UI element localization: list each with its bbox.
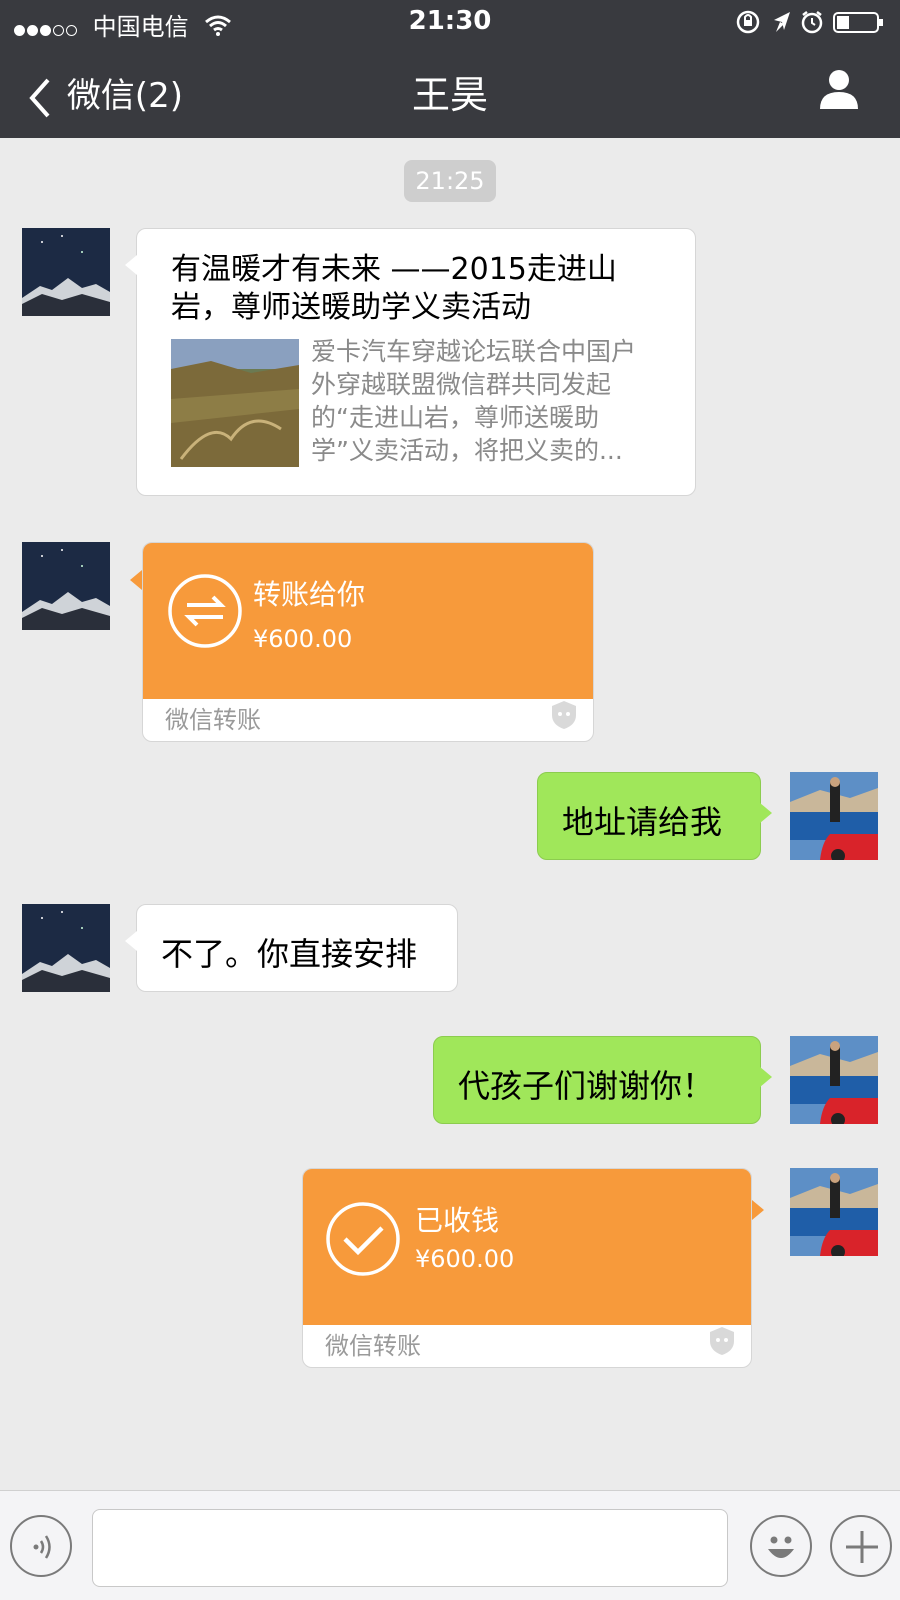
emoji-icon <box>758 1523 804 1573</box>
link-card-title: 有温暖才有未来 ——2015走进山 岩，尊师送暖助学义卖活动 <box>171 251 671 327</box>
message-text: 地址请给我 <box>562 803 723 841</box>
status-bar: 中国电信 21:30 <box>0 0 900 44</box>
transfer-message-incoming[interactable]: 转账给你 ¥600.00 微信转账 <box>142 542 594 742</box>
wechat-pay-shield-icon <box>549 699 579 735</box>
battery-icon <box>833 12 883 33</box>
message-input[interactable] <box>92 1509 728 1587</box>
contact-avatar[interactable] <box>22 542 110 630</box>
message-text: 代孩子们谢谢你！ <box>458 1067 715 1105</box>
transfer-title: 转账给你 <box>253 578 366 611</box>
transfer-footer: 微信转账 <box>325 1332 421 1360</box>
timestamp-pill: 21:25 <box>404 160 496 202</box>
rotation-lock-icon <box>736 10 760 34</box>
contact-avatar[interactable] <box>22 228 110 316</box>
text-message-outgoing[interactable]: 代孩子们谢谢你！ <box>433 1036 772 1124</box>
my-avatar[interactable] <box>790 1036 878 1124</box>
link-card-thumbnail <box>171 339 299 467</box>
link-card-description: 爱卡汽车穿越论坛联合中国户 外穿越联盟微信群共同发起 的“走进山岩，尊师送暖助 … <box>311 335 681 467</box>
status-icons <box>736 8 886 40</box>
message-text: 不了。你直接安排 <box>161 935 418 973</box>
voice-button[interactable] <box>10 1515 72 1577</box>
contact-avatar[interactable] <box>22 904 110 992</box>
transfer-arrows-icon <box>167 573 243 653</box>
checkmark-icon <box>325 1201 401 1281</box>
more-button[interactable] <box>830 1515 892 1577</box>
link-desc-line-1: 爱卡汽车穿越论坛联合中国户 <box>311 337 637 366</box>
link-title-line-2: 岩，尊师送暖助学义卖活动 <box>171 290 531 325</box>
my-avatar[interactable] <box>790 1168 878 1256</box>
transfer-amount: ¥600.00 <box>253 625 353 653</box>
my-avatar[interactable] <box>790 772 878 860</box>
text-message-outgoing[interactable]: 地址请给我 <box>537 772 772 860</box>
transfer-title: 已收钱 <box>415 1204 500 1237</box>
transfer-amount: ¥600.00 <box>415 1245 515 1273</box>
top-bar: 中国电信 21:30 微信(2) 王昊 <box>0 0 900 138</box>
input-bar <box>0 1490 900 1600</box>
location-arrow-icon <box>774 12 790 32</box>
chat-area[interactable]: 21:25 有温暖才有未来 ——2015走进山 岩，尊师送暖助学义卖活动 爱卡汽… <box>0 138 900 1490</box>
text-message-incoming[interactable]: 不了。你直接安排 <box>125 904 458 992</box>
transfer-message-received[interactable]: 已收钱 ¥600.00 微信转账 <box>302 1168 752 1368</box>
bubble-tail <box>752 1200 764 1220</box>
link-card-message[interactable]: 有温暖才有未来 ——2015走进山 岩，尊师送暖助学义卖活动 爱卡汽车穿越论坛联… <box>125 228 696 496</box>
chat-title: 王昊 <box>411 73 488 117</box>
person-icon <box>818 70 860 114</box>
link-desc-line-3: 的“走进山岩，尊师送暖助 <box>311 403 599 432</box>
profile-button[interactable] <box>818 68 860 114</box>
bubble-tail <box>130 570 142 590</box>
plus-icon <box>844 1529 880 1569</box>
emoji-button[interactable] <box>750 1515 812 1577</box>
link-desc-line-2: 外穿越联盟微信群共同发起 <box>311 370 612 399</box>
link-title-line-1: 有温暖才有未来 ——2015走进山 <box>171 252 617 287</box>
alarm-icon <box>801 11 823 34</box>
wechat-pay-shield-icon <box>707 1325 737 1361</box>
transfer-footer: 微信转账 <box>165 706 261 734</box>
link-desc-line-4: 学”义卖活动，将把义卖的... <box>311 436 623 465</box>
voice-icon <box>26 1531 58 1567</box>
nav-bar: 微信(2) 王昊 <box>0 44 900 138</box>
